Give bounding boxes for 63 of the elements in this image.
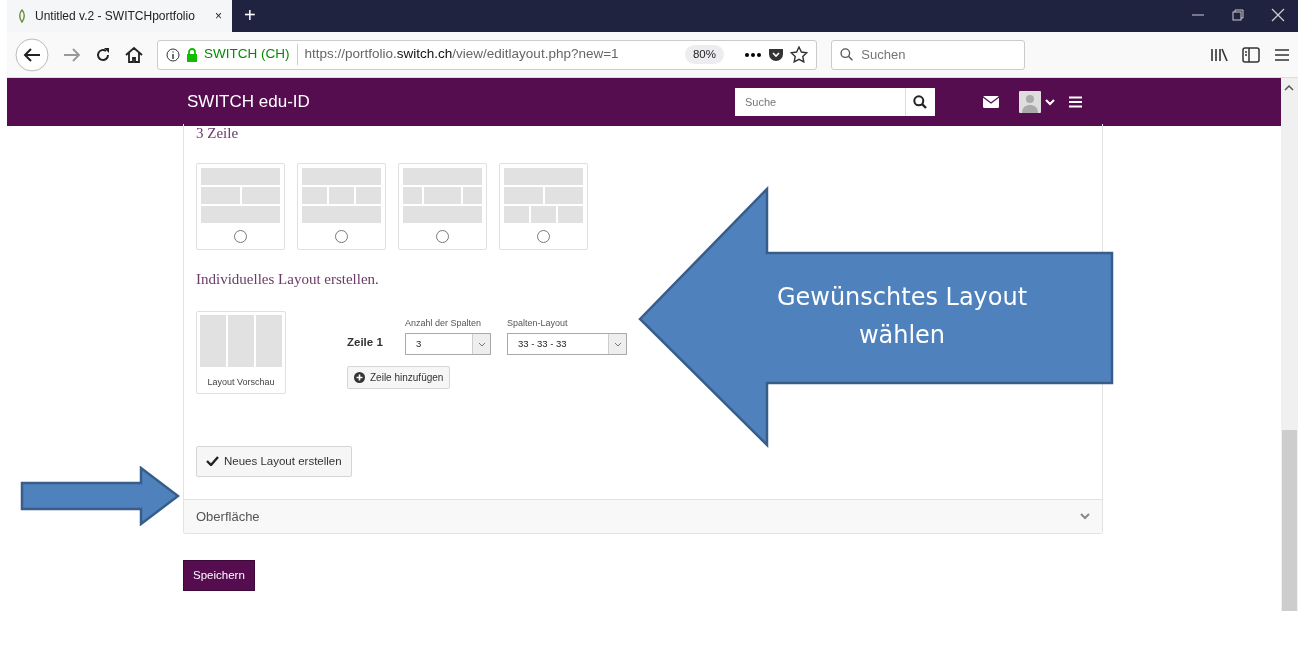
- brand-name[interactable]: SWITCH edu-ID: [187, 89, 735, 115]
- zoom-indicator[interactable]: 80%: [684, 44, 724, 65]
- add-row-button[interactable]: Zeile hinzufügen: [347, 366, 451, 389]
- sidebar-icon[interactable]: [1242, 46, 1260, 63]
- chevron-down-icon: [1080, 512, 1090, 520]
- layout-block: [201, 187, 240, 204]
- tab-title[interactable]: Untitled v.2 - SWITCHportfolio: [35, 7, 207, 25]
- layout-block: [558, 206, 583, 223]
- create-layout-button[interactable]: Neues Layout erstellen: [196, 445, 352, 477]
- back-icon[interactable]: [15, 37, 49, 72]
- layout-block: [302, 187, 327, 204]
- radio-button[interactable]: [335, 230, 348, 243]
- chevron-down-icon: [613, 341, 622, 347]
- row-label: Zeile 1: [347, 334, 384, 350]
- browser-search-field[interactable]: Suchen: [831, 39, 1025, 70]
- lock-icon: [186, 47, 198, 62]
- menu-icon[interactable]: [1274, 47, 1290, 62]
- envelope-icon[interactable]: [983, 96, 999, 108]
- leaf-icon: [17, 9, 27, 23]
- section-heading: Individuelles Layout erstellen.: [196, 270, 380, 289]
- address-bar[interactable]: SWITCH (CH) https://portfolio.switch.ch/view/editlayout.php?new=1 80%: [157, 39, 817, 70]
- tab-close-button[interactable]: ×: [215, 7, 222, 25]
- plus-circle-icon: [354, 372, 365, 383]
- new-tab-button[interactable]: +: [232, 0, 268, 32]
- layout-block: [544, 187, 583, 204]
- preview-label: Layout Vorschau: [206, 376, 276, 389]
- search-icon: [913, 95, 928, 109]
- radio-button[interactable]: [234, 230, 247, 243]
- section-heading: 3 Zeile: [196, 124, 240, 142]
- more-icon[interactable]: [744, 51, 762, 58]
- layout-block: [329, 187, 354, 204]
- checkmark-icon: [206, 456, 219, 467]
- callout-text: Gewünschtes Layout wählen: [775, 282, 1029, 351]
- field-label: Anzahl der Spalten: [405, 316, 483, 330]
- home-icon[interactable]: [125, 46, 143, 63]
- accordion-header[interactable]: Oberfläche: [184, 498, 1102, 533]
- layout-block: [241, 187, 280, 204]
- chevron-down-icon[interactable]: [1045, 98, 1055, 106]
- search-icon: [840, 47, 854, 62]
- column-layout-select[interactable]: 33 - 33 - 33: [507, 333, 627, 355]
- column-block: [256, 314, 282, 367]
- column-block: [200, 314, 226, 367]
- chevron-down-icon: [477, 341, 486, 347]
- layout-block: [356, 187, 381, 204]
- reload-icon[interactable]: [95, 46, 111, 63]
- column-count-select[interactable]: 3: [405, 333, 491, 355]
- radio-button[interactable]: [436, 230, 449, 243]
- save-button[interactable]: Speichern: [183, 559, 255, 591]
- library-icon[interactable]: [1210, 46, 1228, 63]
- scrollbar[interactable]: [1281, 78, 1298, 611]
- field-label: Spalten-Layout: [507, 316, 569, 330]
- site-identity: SWITCH (CH): [204, 44, 299, 65]
- forward-icon[interactable]: [63, 46, 81, 63]
- scroll-up-icon: [1284, 84, 1294, 91]
- star-icon[interactable]: [790, 46, 808, 63]
- layout-block: [504, 187, 543, 204]
- layout-block: [531, 206, 556, 223]
- pocket-icon[interactable]: [768, 47, 784, 62]
- info-icon: [166, 47, 180, 62]
- layout-block: [504, 206, 529, 223]
- radio-button[interactable]: [537, 230, 550, 243]
- column-block: [228, 314, 254, 367]
- url-text: https://portfolio.switch.ch/view/editlayout.php?new=1: [304, 45, 620, 64]
